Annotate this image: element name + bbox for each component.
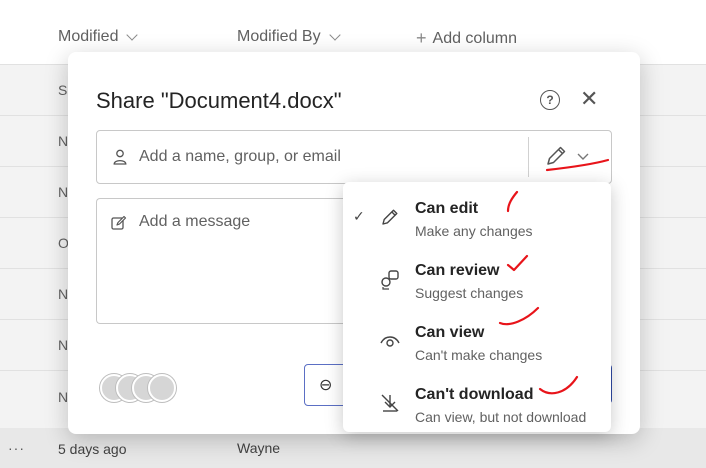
list-item[interactable]: N bbox=[58, 184, 68, 200]
menu-item-can-edit[interactable]: ✓ Can edit Make any changes bbox=[343, 186, 611, 246]
list-item[interactable]: N bbox=[58, 286, 68, 302]
message-edit-icon bbox=[111, 215, 127, 230]
chevron-down-icon bbox=[126, 29, 139, 41]
column-modified[interactable]: Modified bbox=[58, 28, 139, 46]
list-item[interactable]: N bbox=[58, 337, 68, 353]
list-item[interactable]: S bbox=[58, 82, 67, 98]
permissions-menu: ✓ Can edit Make any changes Can review S… bbox=[343, 182, 611, 432]
column-modified-label: Modified bbox=[58, 28, 119, 45]
chevron-down-icon bbox=[328, 29, 341, 41]
message-field[interactable]: Add a message bbox=[96, 198, 357, 324]
pencil-icon bbox=[547, 146, 566, 165]
menu-item-title: Can review bbox=[415, 262, 500, 279]
list-item[interactable]: N bbox=[58, 133, 68, 149]
column-modified-by[interactable]: Modified By bbox=[237, 28, 341, 46]
menu-item-title: Can edit bbox=[415, 200, 479, 217]
menu-item-cant-download[interactable]: Can't download Can view, but not downloa… bbox=[343, 372, 611, 432]
plus-icon: + bbox=[416, 28, 427, 48]
dialog-title: Share "Document4.docx" bbox=[96, 88, 342, 113]
review-icon bbox=[381, 270, 399, 290]
modified-by: Wayne bbox=[237, 440, 281, 456]
link-icon: ⊖ bbox=[319, 377, 333, 394]
more-options-icon[interactable]: ··· bbox=[8, 440, 25, 456]
help-button[interactable]: ? bbox=[540, 90, 560, 110]
eye-icon bbox=[380, 336, 400, 347]
add-column-button[interactable]: + Add column bbox=[416, 28, 517, 49]
chevron-down-icon bbox=[577, 153, 589, 160]
menu-item-can-view[interactable]: Can view Can't make changes bbox=[343, 310, 611, 370]
menu-item-description: Suggest changes bbox=[415, 285, 524, 301]
message-placeholder: Add a message bbox=[139, 213, 251, 230]
menu-item-title: Can't download bbox=[415, 386, 534, 403]
add-column-label: Add column bbox=[432, 29, 518, 47]
shared-with-avatars[interactable] bbox=[100, 370, 180, 406]
checkmark-icon: ✓ bbox=[353, 208, 365, 224]
menu-item-description: Can't make changes bbox=[415, 347, 543, 363]
person-icon bbox=[113, 149, 127, 165]
no-download-icon bbox=[381, 394, 399, 412]
menu-item-description: Make any changes bbox=[415, 223, 533, 239]
name-group-email-field[interactable]: Add a name, group, or email bbox=[96, 130, 612, 184]
column-modified-by-label: Modified By bbox=[237, 28, 321, 45]
menu-item-title: Can view bbox=[415, 324, 485, 341]
divider bbox=[528, 137, 529, 177]
menu-item-can-review[interactable]: Can review Suggest changes bbox=[343, 248, 611, 308]
close-button[interactable]: ✕ bbox=[580, 88, 598, 110]
menu-item-description: Can view, but not download bbox=[415, 409, 587, 425]
permission-dropdown-button[interactable] bbox=[543, 143, 599, 171]
table-row[interactable]: ··· 5 days ago Wayne bbox=[0, 428, 706, 468]
name-input-placeholder: Add a name, group, or email bbox=[139, 148, 341, 165]
modified-date: 5 days ago bbox=[58, 441, 127, 457]
pencil-icon bbox=[382, 209, 398, 225]
list-item[interactable]: N bbox=[58, 389, 68, 405]
avatar bbox=[148, 374, 176, 402]
